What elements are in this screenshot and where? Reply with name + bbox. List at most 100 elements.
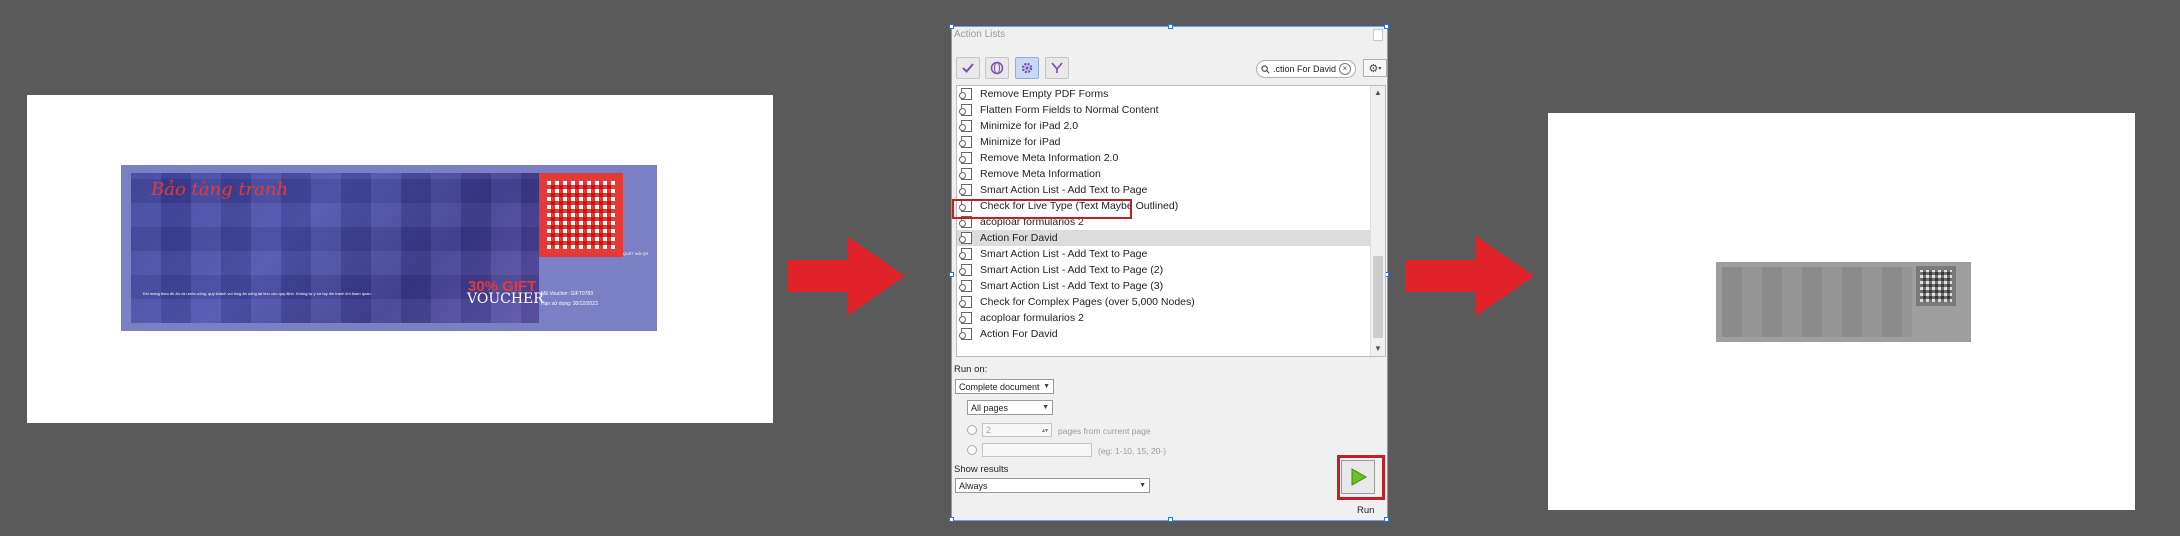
voucher-title: Bảo tàng tranh bbox=[151, 179, 289, 200]
run-label: Run bbox=[1357, 505, 1375, 516]
pages-count-value: 2 bbox=[986, 425, 992, 435]
voucher-code: Mã Voucher: GIFT0789 bbox=[541, 291, 593, 297]
show-results-select[interactable]: Always ▼ bbox=[955, 478, 1150, 493]
action-list-item[interactable]: Remove Empty PDF Forms bbox=[957, 86, 1371, 102]
action-list-item[interactable]: Flatten Form Fields to Normal Content bbox=[957, 102, 1371, 118]
action-list-icon bbox=[959, 120, 972, 132]
action-list-item[interactable]: acoploar formularios 2 bbox=[957, 310, 1371, 326]
action-list-icon bbox=[959, 200, 972, 212]
action-list-icon bbox=[959, 328, 972, 340]
page-range-hint: (eg: 1-10, 15, 20-) bbox=[1098, 446, 1167, 456]
list-scrollbar[interactable]: ▲ ▼ bbox=[1370, 86, 1385, 356]
action-list-item-label: Check for Complex Pages (over 5,000 Node… bbox=[980, 296, 1195, 308]
right-arrow-icon bbox=[787, 236, 905, 316]
action-list-item-label: acoploar formularios 2 bbox=[980, 312, 1084, 324]
scroll-down-icon[interactable]: ▼ bbox=[1371, 342, 1385, 356]
resize-handle[interactable] bbox=[949, 24, 954, 29]
action-list-icon bbox=[959, 136, 972, 148]
action-list-item-label: Minimize for iPad bbox=[980, 136, 1061, 148]
filter-button[interactable] bbox=[1045, 57, 1069, 79]
resize-handle[interactable] bbox=[1384, 24, 1389, 29]
check-icon bbox=[962, 63, 974, 73]
action-list-item-label: Smart Action List - Add Text to Page (3) bbox=[980, 280, 1164, 292]
chevron-down-icon: ▼ bbox=[1043, 383, 1050, 390]
grayscale-photo-collage bbox=[1722, 267, 1912, 337]
check-button[interactable] bbox=[956, 57, 980, 79]
action-list-item-label: Smart Action List - Add Text to Page bbox=[980, 248, 1148, 260]
action-list-item-label: Action For David bbox=[980, 328, 1058, 340]
grayscale-voucher-image bbox=[1716, 262, 1971, 342]
run-on-scope-select[interactable]: Complete document ▼ bbox=[955, 379, 1054, 394]
action-list-icon bbox=[959, 216, 972, 228]
pages-from-label: pages from current page bbox=[1058, 426, 1151, 436]
action-list-item-label: Smart Action List - Add Text to Page (2) bbox=[980, 264, 1164, 276]
action-list-item[interactable]: Smart Action List - Add Text to Page bbox=[957, 246, 1371, 262]
options-menu-button[interactable]: ⚙ ▾ bbox=[1363, 59, 1387, 77]
action-list-item-label: Check for Live Type (Text Maybe Outlined… bbox=[980, 200, 1179, 212]
action-list-item[interactable]: Smart Action List - Add Text to Page (2) bbox=[957, 262, 1371, 278]
action-list-item-label: Smart Action List - Add Text to Page bbox=[980, 184, 1148, 196]
page-range-input[interactable] bbox=[982, 443, 1092, 457]
scroll-up-icon[interactable]: ▲ bbox=[1371, 86, 1385, 100]
action-list-item-label: Minimize for iPad 2.0 bbox=[980, 120, 1079, 132]
resize-handle[interactable] bbox=[949, 517, 954, 522]
action-list-icon bbox=[959, 312, 972, 324]
right-arrow-icon bbox=[1406, 236, 1534, 316]
globe-icon bbox=[990, 61, 1004, 75]
action-list-item[interactable]: Action For David bbox=[957, 230, 1371, 246]
action-list-icon bbox=[959, 88, 972, 100]
left-pdf-page: Bảo tàng tranh QUÉT MÃ QR 30% GIFT VOUCH… bbox=[27, 95, 773, 423]
voucher-image: Bảo tàng tranh QUÉT MÃ QR 30% GIFT VOUCH… bbox=[121, 165, 657, 331]
action-list-icon bbox=[959, 280, 972, 292]
action-list-icon bbox=[959, 264, 972, 276]
scroll-thumb[interactable] bbox=[1373, 256, 1383, 338]
action-list-icon bbox=[959, 248, 972, 260]
resize-handle[interactable] bbox=[1384, 517, 1389, 522]
action-list-icon bbox=[959, 168, 972, 180]
action-list-item[interactable]: Remove Meta Information 2.0 bbox=[957, 150, 1371, 166]
run-on-scope-value: Complete document bbox=[959, 381, 1040, 392]
action-list-icon bbox=[959, 152, 972, 164]
run-highlight-box bbox=[1337, 455, 1385, 500]
action-list-item[interactable]: Minimize for iPad bbox=[957, 134, 1371, 150]
panel-close-button[interactable] bbox=[1373, 29, 1383, 41]
qr-code-icon bbox=[1916, 266, 1956, 306]
action-list-item[interactable]: Smart Action List - Add Text to Page bbox=[957, 182, 1371, 198]
voucher-fine-print: Khi mang theo đồ ăn và nước uống, quý kh… bbox=[143, 291, 372, 296]
qr-label: QUÉT MÃ QR bbox=[623, 251, 649, 256]
action-lists-panel: Action Lists .ction For David × ⚙ ▾ Actio… bbox=[949, 24, 1389, 522]
filter-icon bbox=[1051, 62, 1063, 73]
action-list-item[interactable]: Minimize for iPad 2.0 bbox=[957, 118, 1371, 134]
action-list-item[interactable]: Check for Live Type (Text Maybe Outlined… bbox=[957, 198, 1371, 214]
resize-handle[interactable] bbox=[1168, 517, 1173, 522]
action-list-item[interactable]: acoploar formularios 2 bbox=[957, 214, 1371, 230]
globe-button[interactable] bbox=[985, 57, 1009, 79]
action-list-item-label: Remove Meta Information bbox=[980, 168, 1101, 180]
action-list-item-label: Action For David bbox=[980, 232, 1058, 244]
clear-search-icon[interactable]: × bbox=[1339, 63, 1351, 75]
action-list-item-label: acoploar formularios 2 bbox=[980, 216, 1084, 228]
voucher-expiry: Hạn sử dụng: 30/12/2023 bbox=[541, 301, 598, 307]
pages-from-current-radio[interactable] bbox=[967, 425, 977, 435]
gear-button[interactable] bbox=[1015, 57, 1039, 79]
pages-count-stepper[interactable]: 2 ▴▾ bbox=[982, 423, 1052, 437]
action-list-item[interactable]: Check for Complex Pages (over 5,000 Node… bbox=[957, 294, 1371, 310]
pages-select[interactable]: All pages ▼ bbox=[967, 400, 1053, 415]
resize-handle[interactable] bbox=[1168, 24, 1173, 29]
show-results-value: Always bbox=[959, 480, 988, 491]
run-on-label: Run on: bbox=[954, 364, 988, 375]
action-list-item[interactable]: Remove Meta Information bbox=[957, 166, 1371, 182]
resize-handle[interactable] bbox=[949, 272, 954, 277]
action-list-icon bbox=[959, 232, 972, 244]
action-list-item[interactable]: Smart Action List - Add Text to Page (3) bbox=[957, 278, 1371, 294]
qr-code-icon bbox=[539, 173, 623, 257]
action-list-item-label: Flatten Form Fields to Normal Content bbox=[980, 104, 1159, 116]
pages-value: All pages bbox=[971, 402, 1009, 413]
action-list-icon bbox=[959, 296, 972, 308]
page-range-radio[interactable] bbox=[967, 445, 977, 455]
action-list-item[interactable]: Action For David bbox=[957, 326, 1371, 342]
search-input[interactable]: .ction For David bbox=[1273, 64, 1339, 74]
action-list-item-label: Remove Meta Information 2.0 bbox=[980, 152, 1119, 164]
voucher-word: VOUCHER bbox=[467, 291, 544, 307]
search-field[interactable]: .ction For David × bbox=[1256, 60, 1356, 78]
